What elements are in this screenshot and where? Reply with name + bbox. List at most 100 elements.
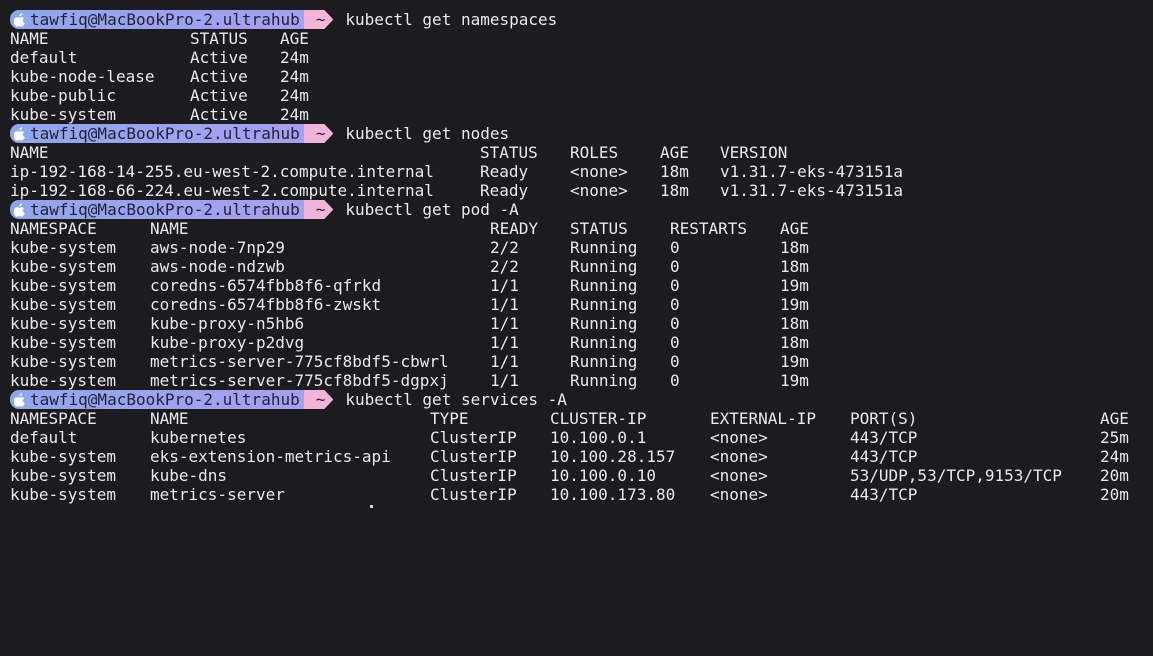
header-cell: CLUSTER-IP — [550, 409, 647, 428]
namespace-name: kube-public — [10, 86, 116, 105]
node-version: v1.31.7-eks-473151a — [720, 181, 904, 200]
service-type: ClusterIP — [430, 428, 517, 447]
pod-name: kube-proxy-p2dvg — [150, 333, 305, 352]
table-row: ip-192-168-66-224.eu-west-2.compute.inte… — [10, 181, 1150, 200]
table-row: kube-system kube-proxy-p2dvg 1/1 Running… — [10, 333, 1150, 352]
service-age: 20m — [1100, 485, 1129, 504]
prompt-directory-segment: ~ — [304, 124, 334, 143]
apple-icon — [14, 392, 25, 407]
header-cell: STATUS — [570, 219, 628, 238]
service-type: ClusterIP — [430, 466, 517, 485]
namespace-name: default — [10, 48, 78, 67]
prompt-directory: ~ — [315, 10, 326, 29]
pod-age: 19m — [780, 295, 809, 314]
table-row: kube-system eks-extension-metrics-api Cl… — [10, 447, 1150, 466]
service-external-ip: <none> — [710, 466, 768, 485]
pod-name: aws-node-ndzwb — [150, 257, 285, 276]
pod-status: Running — [570, 276, 638, 295]
prompt-directory-segment: ~ — [304, 390, 334, 409]
service-cluster-ip: 10.100.28.157 — [550, 447, 676, 466]
service-type: ClusterIP — [430, 485, 517, 504]
header-cell: STATUS — [480, 143, 538, 162]
pod-name: coredns-6574fbb8f6-qfrkd — [150, 276, 382, 295]
pod-restarts: 0 — [670, 276, 680, 295]
header-cell: NAMESPACE — [10, 219, 97, 238]
service-ports: 443/TCP — [850, 428, 918, 447]
terminal-output[interactable]: tawfiq@MacBookPro-2.ultrahub ~ kubectl g… — [10, 10, 1150, 504]
pod-ready: 1/1 — [490, 314, 519, 333]
table-row: kube-public Active 24m — [10, 86, 1150, 105]
header-cell: PORT(S) — [850, 409, 918, 428]
header-cell: READY — [490, 219, 539, 238]
table-row: kube-node-lease Active 24m — [10, 67, 1150, 86]
header-cell: STATUS — [190, 29, 248, 48]
node-roles: <none> — [570, 181, 628, 200]
service-ports: 443/TCP — [850, 447, 918, 466]
pod-status: Running — [570, 295, 638, 314]
pod-restarts: 0 — [670, 238, 680, 257]
table-header: NAMESPACE NAME READY STATUS RESTARTS AGE — [10, 219, 1150, 238]
pod-ready: 1/1 — [490, 352, 519, 371]
namespace-status: Active — [190, 105, 248, 124]
table-row: default kubernetes ClusterIP 10.100.0.1 … — [10, 428, 1150, 447]
node-age: 18m — [660, 162, 689, 181]
service-name: kube-dns — [150, 466, 228, 485]
pod-status: Running — [570, 352, 638, 371]
command-text: kubectl get pod -A — [345, 200, 519, 219]
prompt-user-segment: tawfiq@MacBookPro-2.ultrahub — [10, 200, 306, 219]
header-cell: EXTERNAL-IP — [710, 409, 816, 428]
pod-age: 18m — [780, 314, 809, 333]
pod-ready: 1/1 — [490, 333, 519, 352]
service-age: 25m — [1100, 428, 1129, 447]
apple-icon — [14, 202, 25, 217]
namespace-status: Active — [190, 86, 248, 105]
node-name: ip-192-168-66-224.eu-west-2.compute.inte… — [10, 181, 434, 200]
service-namespace: kube-system — [10, 447, 116, 466]
header-cell: NAME — [10, 143, 49, 162]
prompt-user-segment: tawfiq@MacBookPro-2.ultrahub — [10, 390, 306, 409]
service-external-ip: <none> — [710, 485, 768, 504]
namespace-status: Active — [190, 48, 248, 67]
pod-namespace: kube-system — [10, 314, 116, 333]
table-row: kube-system aws-node-7np29 2/2 Running 0… — [10, 238, 1150, 257]
service-cluster-ip: 10.100.0.10 — [550, 466, 656, 485]
service-namespace: kube-system — [10, 466, 116, 485]
prompt-directory: ~ — [315, 124, 326, 143]
node-name: ip-192-168-14-255.eu-west-2.compute.inte… — [10, 162, 434, 181]
pod-namespace: kube-system — [10, 238, 116, 257]
node-version: v1.31.7-eks-473151a — [720, 162, 904, 181]
table-row: kube-system kube-dns ClusterIP 10.100.0.… — [10, 466, 1150, 485]
pod-status: Running — [570, 333, 638, 352]
pod-restarts: 0 — [670, 257, 680, 276]
prompt-user-host: tawfiq@MacBookPro-2.ultrahub — [30, 124, 300, 143]
node-status: Ready — [480, 181, 529, 200]
pod-restarts: 0 — [670, 295, 680, 314]
pod-namespace: kube-system — [10, 333, 116, 352]
namespace-name: kube-system — [10, 105, 116, 124]
pod-status: Running — [570, 371, 638, 390]
service-cluster-ip: 10.100.173.80 — [550, 485, 676, 504]
table-row: kube-system metrics-server ClusterIP 10.… — [10, 485, 1150, 504]
table-row: kube-system coredns-6574fbb8f6-zwskt 1/1… — [10, 295, 1150, 314]
prompt-user-segment: tawfiq@MacBookPro-2.ultrahub — [10, 124, 306, 143]
pod-namespace: kube-system — [10, 352, 116, 371]
pod-ready: 2/2 — [490, 257, 519, 276]
pod-ready: 1/1 — [490, 371, 519, 390]
table-row: kube-system Active 24m — [10, 105, 1150, 124]
pod-age: 18m — [780, 238, 809, 257]
pod-age: 19m — [780, 371, 809, 390]
prompt-directory-segment: ~ — [304, 10, 334, 29]
pod-name: metrics-server-775cf8bdf5-cbwrl — [150, 352, 449, 371]
pod-age: 19m — [780, 352, 809, 371]
prompt-directory-segment: ~ — [304, 200, 334, 219]
pod-namespace: kube-system — [10, 257, 116, 276]
service-ports: 443/TCP — [850, 485, 918, 504]
table-row: kube-system coredns-6574fbb8f6-qfrkd 1/1… — [10, 276, 1150, 295]
pod-status: Running — [570, 238, 638, 257]
command-text: kubectl get services -A — [345, 390, 567, 409]
service-namespace: kube-system — [10, 485, 116, 504]
table-row: kube-system aws-node-ndzwb 2/2 Running 0… — [10, 257, 1150, 276]
service-external-ip: <none> — [710, 428, 768, 447]
header-cell: RESTARTS — [670, 219, 748, 238]
pod-name: kube-proxy-n5hb6 — [150, 314, 305, 333]
